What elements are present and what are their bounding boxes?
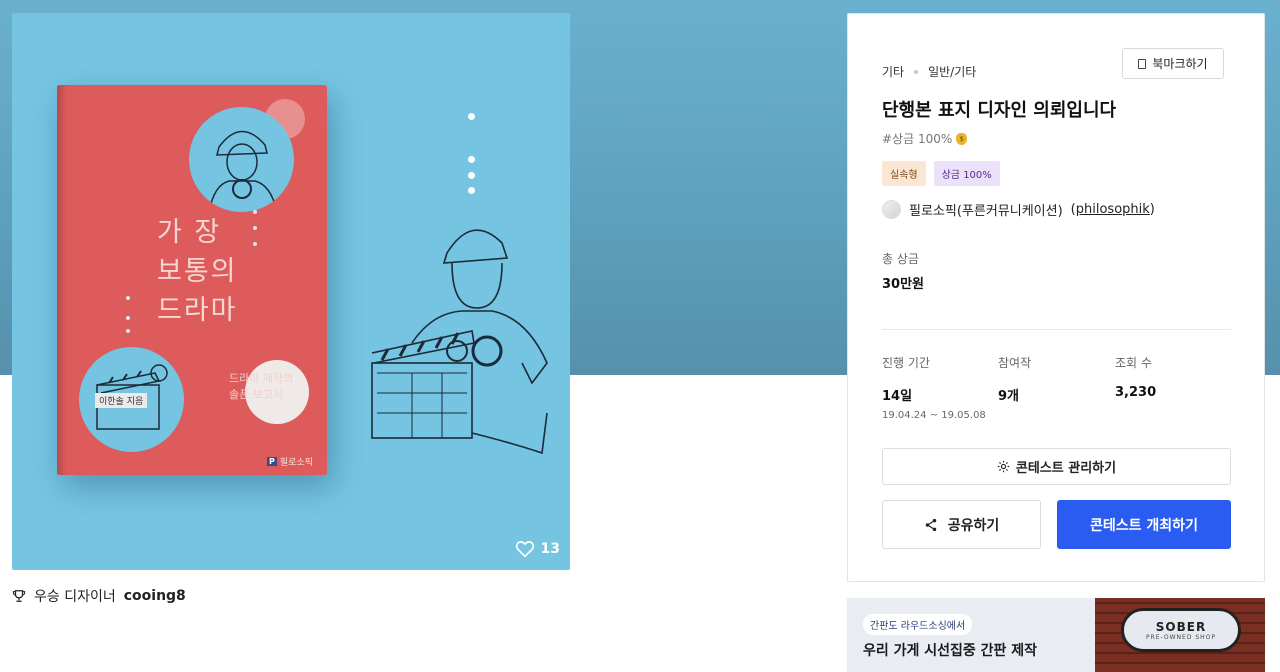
ad-banner[interactable]: 간판도 라우드소싱에서 우리 가게 시선집중 간판 제작 SOBER PRE-O… bbox=[847, 598, 1265, 672]
stat-value: 3,230 bbox=[1115, 385, 1157, 400]
badge-prize: 상금 100% bbox=[933, 161, 1000, 186]
publisher-mark: P bbox=[267, 457, 277, 466]
manage-label: 콘테스트 관리하기 bbox=[1015, 461, 1117, 476]
winning-artwork[interactable]: 가 장 보통의 드라마 이한솔 지음 드라마 제작의 솔픈 보고서 P 필로소픽 bbox=[12, 13, 570, 570]
decor-dot bbox=[253, 242, 257, 246]
winner-name[interactable]: cooing8 bbox=[124, 588, 186, 604]
breadcrumb-category[interactable]: 기타 bbox=[882, 63, 904, 80]
contest-info-panel: 기타 일반/기타 북마크하기 단행본 표지 디자인 의뢰입니다 #상금 100%… bbox=[847, 13, 1265, 582]
decor-dot bbox=[468, 172, 475, 179]
ad-sign: SOBER PRE-OWNED SHOP bbox=[1121, 608, 1241, 652]
trophy-icon bbox=[12, 590, 26, 602]
bookmark-icon bbox=[1138, 58, 1147, 69]
badge-plan: 실속형 bbox=[882, 161, 926, 186]
owner-name: 필로소픽(푸른커뮤니케이션) bbox=[909, 204, 1063, 219]
tag-text: #상금 100% bbox=[882, 132, 953, 146]
decor-dot bbox=[468, 156, 475, 163]
divider bbox=[882, 329, 1231, 330]
prize-label: 총 상금 bbox=[882, 252, 919, 266]
stat-label: 진행 기간 bbox=[882, 356, 930, 370]
like-button[interactable]: 13 bbox=[515, 540, 560, 558]
illustration-person-with-clapperboard bbox=[371, 229, 548, 455]
decor-dot bbox=[126, 296, 130, 300]
decor-dot bbox=[126, 316, 130, 320]
decor-dot bbox=[253, 210, 257, 214]
book-subtitle: 드라마 제작의 솔픈 보고서 bbox=[229, 372, 294, 401]
bookmark-button[interactable]: 북마크하기 bbox=[1122, 48, 1224, 79]
period-range: 19.04.24 ~ 19.05.08 bbox=[882, 410, 986, 421]
stat-value: 14일 bbox=[882, 389, 913, 404]
host-contest-button[interactable]: 콘테스트 개최하기 bbox=[1057, 500, 1231, 549]
publisher-name: 필로소픽 bbox=[279, 458, 313, 468]
contest-title: 단행본 표지 디자인 의뢰입니다 bbox=[882, 100, 1117, 121]
winner-designer: 우승 디자이너 cooing8 bbox=[12, 586, 186, 606]
illustration-portrait bbox=[189, 107, 294, 212]
like-count: 13 bbox=[540, 541, 560, 557]
contest-tag: #상금 100% $ bbox=[882, 130, 968, 147]
stat-label: 참여작 bbox=[998, 356, 1032, 370]
money-bag-icon: $ bbox=[956, 132, 968, 145]
bookmark-label: 북마크하기 bbox=[1152, 57, 1208, 71]
gear-icon bbox=[997, 460, 1010, 473]
breadcrumb-separator bbox=[914, 69, 919, 74]
contest-owner[interactable]: 필로소픽(푸른커뮤니케이션) (philosophik) bbox=[882, 200, 1155, 219]
ad-kicker: 간판도 라우드소싱에서 bbox=[863, 614, 973, 635]
breadcrumb: 기타 일반/기타 bbox=[882, 63, 976, 80]
share-button[interactable]: 공유하기 bbox=[882, 500, 1041, 549]
decor-dot bbox=[253, 226, 257, 230]
share-label: 공유하기 bbox=[947, 517, 1000, 534]
author-label: 이한솔 지음 bbox=[95, 393, 148, 408]
badge-list: 실속형 상금 100% bbox=[882, 161, 1000, 186]
prize-value: 30만원 bbox=[882, 277, 925, 292]
ad-sign-brand: SOBER bbox=[1155, 619, 1207, 634]
decor-dot bbox=[126, 329, 130, 333]
manage-contest-button[interactable]: 콘테스트 관리하기 bbox=[882, 448, 1231, 485]
stat-period: 진행 기간 14일 19.04.24 ~ 19.05.08 bbox=[882, 354, 986, 421]
ad-sign-sub: PRE-OWNED SHOP bbox=[1145, 633, 1217, 641]
book-cover: 가 장 보통의 드라마 이한솔 지음 드라마 제작의 솔픈 보고서 P 필로소픽 bbox=[57, 85, 327, 475]
ad-headline: 우리 가게 시선집중 간판 제작 bbox=[863, 643, 1038, 659]
breadcrumb-subcategory[interactable]: 일반/기타 bbox=[928, 63, 976, 80]
book-title: 가 장 보통의 드라마 bbox=[157, 217, 238, 326]
stat-entries: 참여작 9개 bbox=[998, 354, 1031, 404]
winner-prefix: 우승 디자이너 bbox=[34, 589, 116, 605]
avatar bbox=[882, 200, 901, 219]
heart-icon bbox=[515, 541, 534, 558]
decor-dot bbox=[468, 113, 475, 120]
publisher-logo: P 필로소픽 bbox=[267, 455, 313, 468]
share-icon bbox=[925, 518, 936, 531]
stat-value: 9개 bbox=[998, 389, 1020, 404]
stat-label: 조회 수 bbox=[1115, 356, 1152, 370]
stat-views: 조회 수 3,230 bbox=[1115, 354, 1156, 400]
decor-dot bbox=[468, 187, 475, 194]
owner-id-link[interactable]: philosophik bbox=[1076, 202, 1150, 217]
